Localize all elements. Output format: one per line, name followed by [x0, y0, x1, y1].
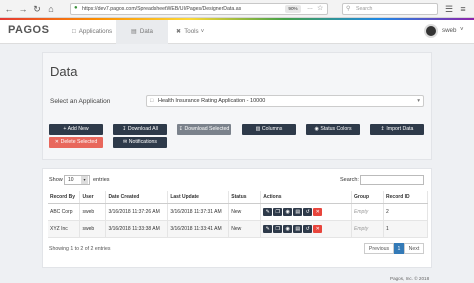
col-last-update[interactable]: Last Update — [167, 191, 230, 204]
zoom-level[interactable]: 90% — [285, 5, 301, 13]
chevron-down-icon: ˅ — [200, 28, 205, 35]
home-icon[interactable]: ⌂ — [46, 4, 56, 14]
search-label: Search: — [340, 177, 359, 183]
entries-select[interactable]: 10 ▾ — [64, 175, 90, 185]
url-bar[interactable]: ● https://dev7.pagos.com/SpreadsheetWEB/… — [70, 3, 328, 15]
cell-last-update: 3/16/2018 11:37:31 AM — [167, 203, 230, 221]
previous-page-button[interactable]: Previous — [364, 243, 394, 254]
tools-icon: ✖ — [176, 28, 182, 35]
page-1-button[interactable]: 1 — [394, 243, 404, 254]
user-menu-chevron-icon[interactable]: ˅ — [460, 27, 464, 33]
delete-icon[interactable]: ✕ — [313, 207, 323, 216]
table-header-row: Record By User Date Created Last Update … — [48, 191, 428, 204]
add-new-button[interactable]: + Add New — [49, 124, 103, 135]
library-icon[interactable]: ☰ — [444, 4, 454, 14]
cell-status: New — [228, 220, 262, 238]
selected-application: Health Insurance Rating Application - 10… — [158, 98, 266, 104]
col-date-created[interactable]: Date Created — [105, 191, 169, 204]
select-application-label: Select an Application — [50, 98, 111, 105]
cell-record-id: 1 — [383, 220, 428, 238]
browser-search-placeholder: Search — [356, 6, 373, 12]
history-icon[interactable]: ▤ — [293, 224, 303, 233]
entries-label: entries — [93, 177, 110, 183]
col-record-id[interactable]: Record ID — [383, 191, 428, 204]
cell-date-created: 3/16/2018 11:37:26 AM — [105, 203, 169, 221]
show-label: Show — [49, 177, 63, 183]
table-row[interactable]: XYZ Inc sweb 3/16/2018 11:33:38 AM 3/16/… — [48, 220, 428, 238]
avatar[interactable] — [424, 24, 438, 38]
view-icon[interactable]: ◉ — [283, 207, 293, 216]
cell-actions: ✎ ❐ ◉ ▤ ↺ ✕ — [260, 220, 353, 238]
url-text: https://dev7.pagos.com/SpreadsheetWEB/UI… — [82, 6, 242, 12]
undo-icon[interactable]: ↺ — [303, 224, 313, 233]
chevron-down-icon: ▾ — [81, 176, 88, 184]
cell-record-by: XYZ Inc — [48, 220, 81, 238]
columns-button[interactable]: ▥ Columns — [242, 124, 296, 135]
nav-applications[interactable]: □ Applications — [72, 20, 112, 44]
history-icon[interactable]: ▤ — [293, 207, 303, 216]
table-row[interactable]: ABC Corp sweb 3/16/2018 11:37:26 AM 3/16… — [48, 203, 428, 221]
cell-group: Empty — [351, 220, 385, 238]
delete-icon[interactable]: ✕ — [313, 224, 323, 233]
cell-user: sweb — [79, 203, 107, 221]
cell-record-by: ABC Corp — [48, 203, 81, 221]
application-select[interactable]: □ Health Insurance Rating Application - … — [146, 95, 424, 107]
lock-icon: ● — [74, 5, 78, 11]
nav-tools[interactable]: ✖ Tools ˅ — [176, 20, 204, 44]
search-icon: ⚲ — [346, 6, 351, 12]
cell-last-update: 3/16/2018 11:33:41 AM — [167, 220, 230, 238]
col-user[interactable]: User — [79, 191, 107, 204]
records-table: Record By User Date Created Last Update … — [48, 191, 428, 238]
copy-icon[interactable]: ❐ — [273, 224, 283, 233]
status-colors-button[interactable]: ◉ Status Colors — [306, 124, 360, 135]
view-icon[interactable]: ◉ — [283, 224, 293, 233]
user-name[interactable]: sweb — [442, 27, 456, 34]
download-all-button[interactable]: ↧ Download All — [113, 124, 167, 135]
copy-icon[interactable]: ❐ — [273, 207, 283, 216]
reload-icon[interactable]: ↻ — [32, 4, 42, 14]
database-icon: ▤ — [131, 28, 137, 35]
col-record-by[interactable]: Record By — [48, 191, 81, 204]
cell-date-created: 3/16/2018 11:33:38 AM — [105, 220, 169, 238]
delete-selected-button[interactable]: ✕ Delete Selected — [49, 137, 103, 148]
col-group[interactable]: Group — [351, 191, 385, 204]
col-status[interactable]: Status — [228, 191, 262, 204]
back-icon[interactable]: ← — [4, 4, 14, 14]
chevron-down-icon: ▾ — [417, 98, 420, 104]
menu-icon[interactable]: ≡ — [458, 4, 468, 14]
forward-icon[interactable]: → — [18, 4, 28, 14]
edit-icon[interactable]: ✎ — [263, 207, 273, 216]
footer-copyright: Pagos, Inc. © 2018 — [390, 276, 430, 281]
nav-data[interactable]: ▤ Data — [131, 20, 153, 44]
table-search-input[interactable] — [360, 175, 424, 185]
edit-icon[interactable]: ✎ — [263, 224, 273, 233]
col-actions[interactable]: Actions — [260, 191, 353, 204]
cell-record-id: 2 — [383, 203, 428, 221]
document-icon: □ — [150, 98, 154, 104]
browser-search[interactable]: ⚲ Search — [342, 3, 438, 15]
cell-actions: ✎ ❐ ◉ ▤ ↺ ✕ — [260, 203, 353, 221]
page-title: Data — [50, 64, 78, 79]
table-info: Showing 1 to 2 of 2 entries — [49, 246, 111, 252]
next-page-button[interactable]: Next — [404, 243, 424, 254]
folder-icon: □ — [72, 28, 76, 35]
cell-status: New — [228, 203, 262, 221]
bookmark-star-icon[interactable]: ☆ — [317, 4, 323, 12]
app-logo[interactable]: PAGOS — [8, 24, 49, 36]
cell-user: sweb — [79, 220, 107, 238]
page-actions-icon[interactable]: … — [307, 5, 313, 11]
import-data-button[interactable]: ↥ Import Data — [370, 124, 424, 135]
undo-icon[interactable]: ↺ — [303, 207, 313, 216]
download-selected-button[interactable]: ↧ Download Selected — [177, 124, 231, 135]
notifications-button[interactable]: ✉ Notifications — [113, 137, 167, 148]
cell-group: Empty — [351, 203, 385, 221]
